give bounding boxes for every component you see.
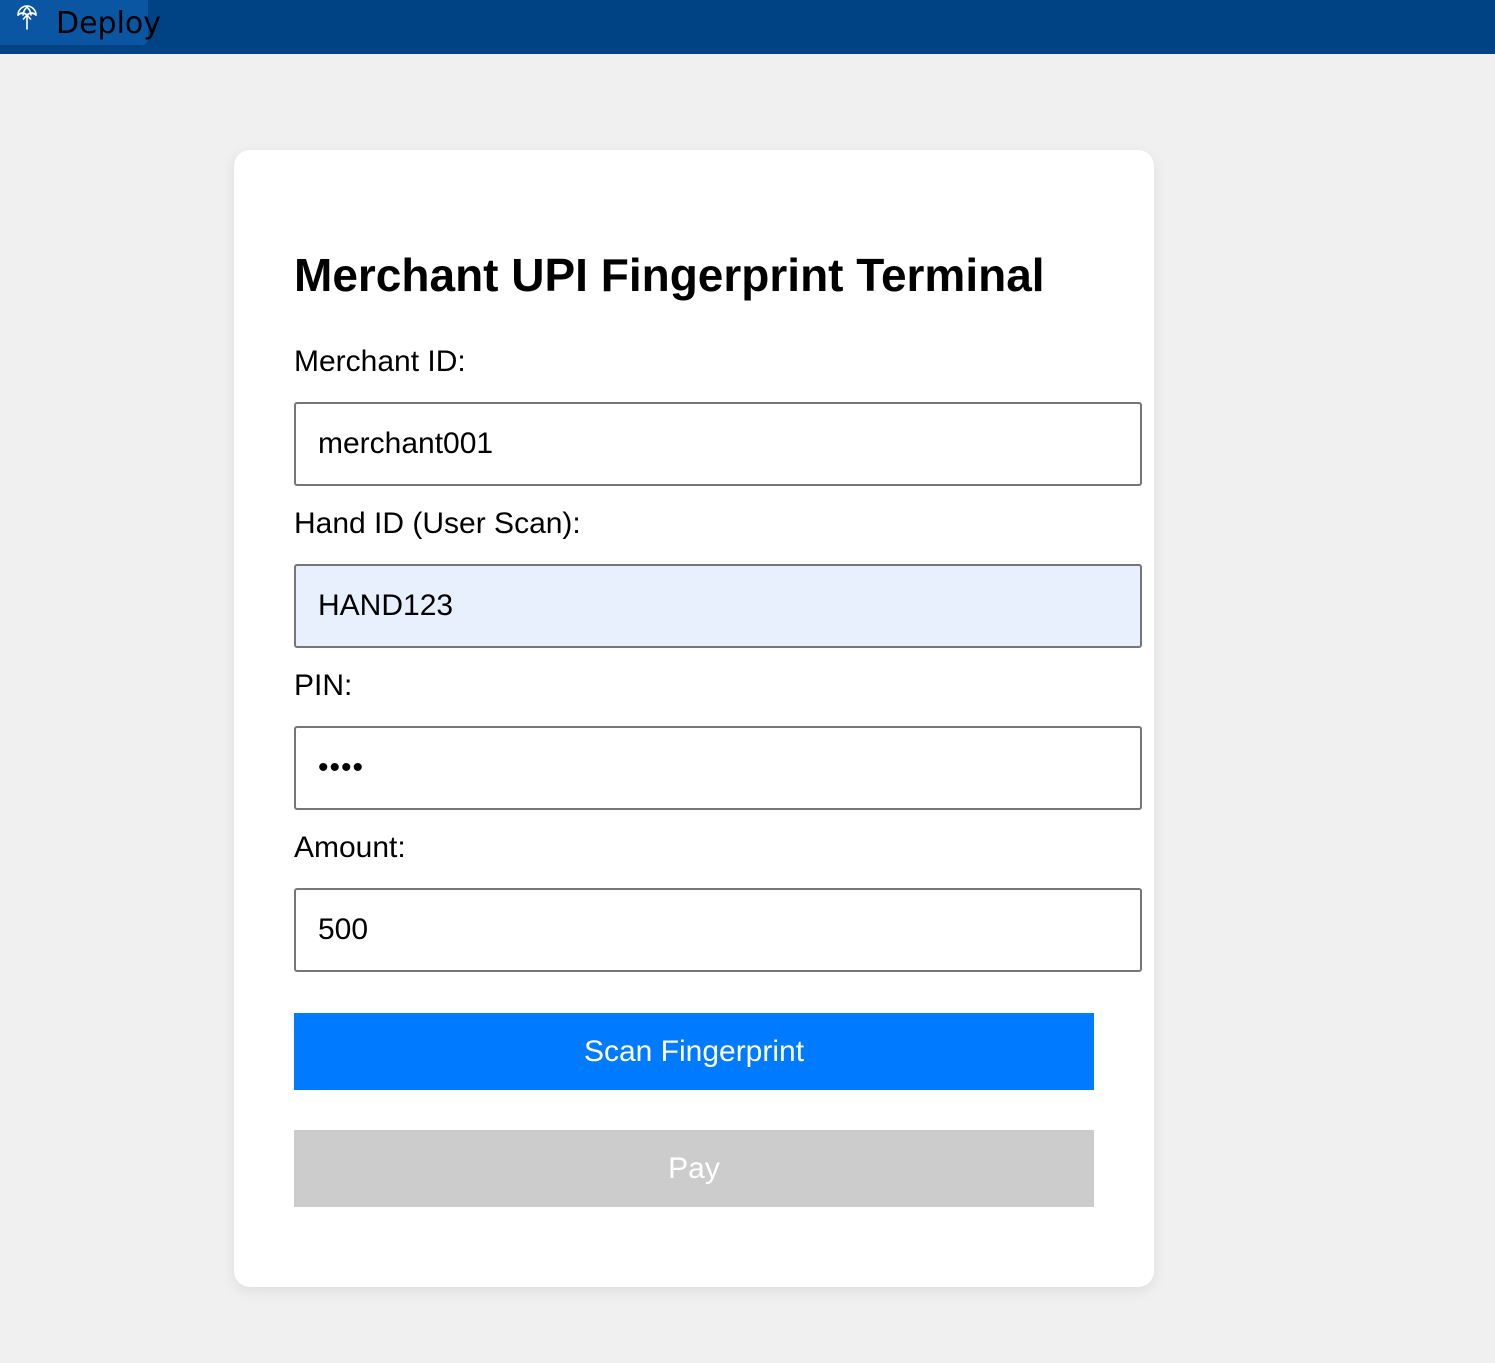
hand-id-input[interactable] bbox=[294, 564, 1142, 648]
deploy-icon bbox=[17, 5, 37, 30]
scan-fingerprint-button[interactable]: Scan Fingerprint bbox=[294, 1013, 1094, 1090]
top-bar: Deploy bbox=[0, 0, 1495, 54]
pin-input[interactable] bbox=[294, 726, 1142, 810]
page-title: Merchant UPI Fingerprint Terminal bbox=[294, 249, 1045, 301]
merchant-id-label: Merchant ID: bbox=[294, 345, 466, 378]
pay-button[interactable]: Pay bbox=[294, 1130, 1094, 1207]
deploy-label: Deploy bbox=[56, 6, 162, 41]
deploy-button[interactable]: Deploy bbox=[0, 0, 161, 45]
amount-input[interactable] bbox=[294, 888, 1142, 972]
amount-label: Amount: bbox=[294, 831, 406, 864]
terminal-card: Merchant UPI Fingerprint Terminal Mercha… bbox=[234, 150, 1154, 1287]
merchant-id-input[interactable] bbox=[294, 402, 1142, 486]
pin-label: PIN: bbox=[294, 669, 353, 702]
hand-id-label: Hand ID (User Scan): bbox=[294, 507, 581, 540]
